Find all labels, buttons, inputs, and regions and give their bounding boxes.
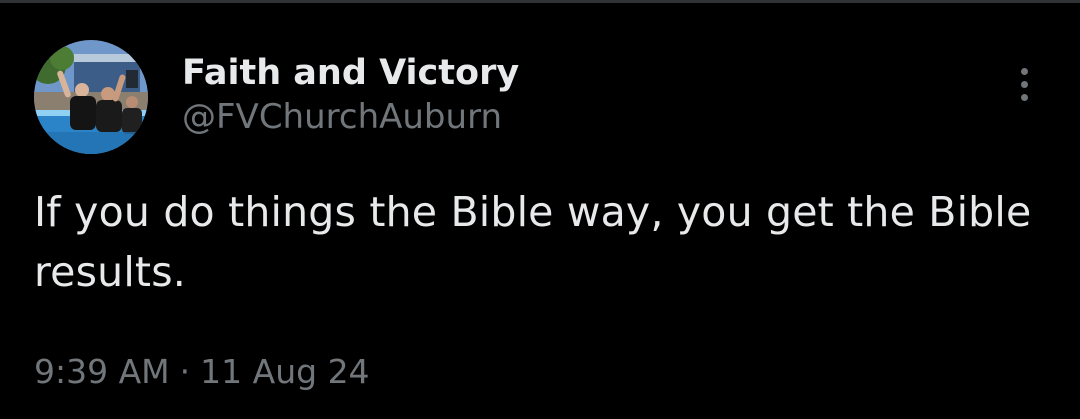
meta-separator: · — [179, 352, 191, 391]
account-handle[interactable]: @FVChurchAuburn — [182, 95, 519, 139]
more-options-button[interactable] — [1004, 62, 1044, 106]
tweet-text: If you do things the Bible way, you get … — [34, 188, 1032, 296]
tweet-date: 11 Aug 24 — [200, 352, 370, 391]
tweet-time: 9:39 AM — [34, 352, 170, 391]
display-name[interactable]: Faith and Victory — [182, 51, 519, 95]
avatar-photo — [34, 40, 148, 154]
tweet-timestamp[interactable]: 9:39 AM · 11 Aug 24 — [34, 350, 370, 394]
account-names: Faith and Victory @FVChurchAuburn — [182, 51, 519, 139]
more-options-icon-dot — [1020, 80, 1028, 88]
tweet-card: Faith and Victory @FVChurchAuburn If you… — [0, 0, 1080, 419]
avatar[interactable] — [34, 40, 148, 154]
more-options-icon-dot — [1020, 93, 1028, 101]
more-options-icon — [1020, 67, 1028, 75]
tweet-header: Faith and Victory @FVChurchAuburn — [34, 40, 519, 154]
